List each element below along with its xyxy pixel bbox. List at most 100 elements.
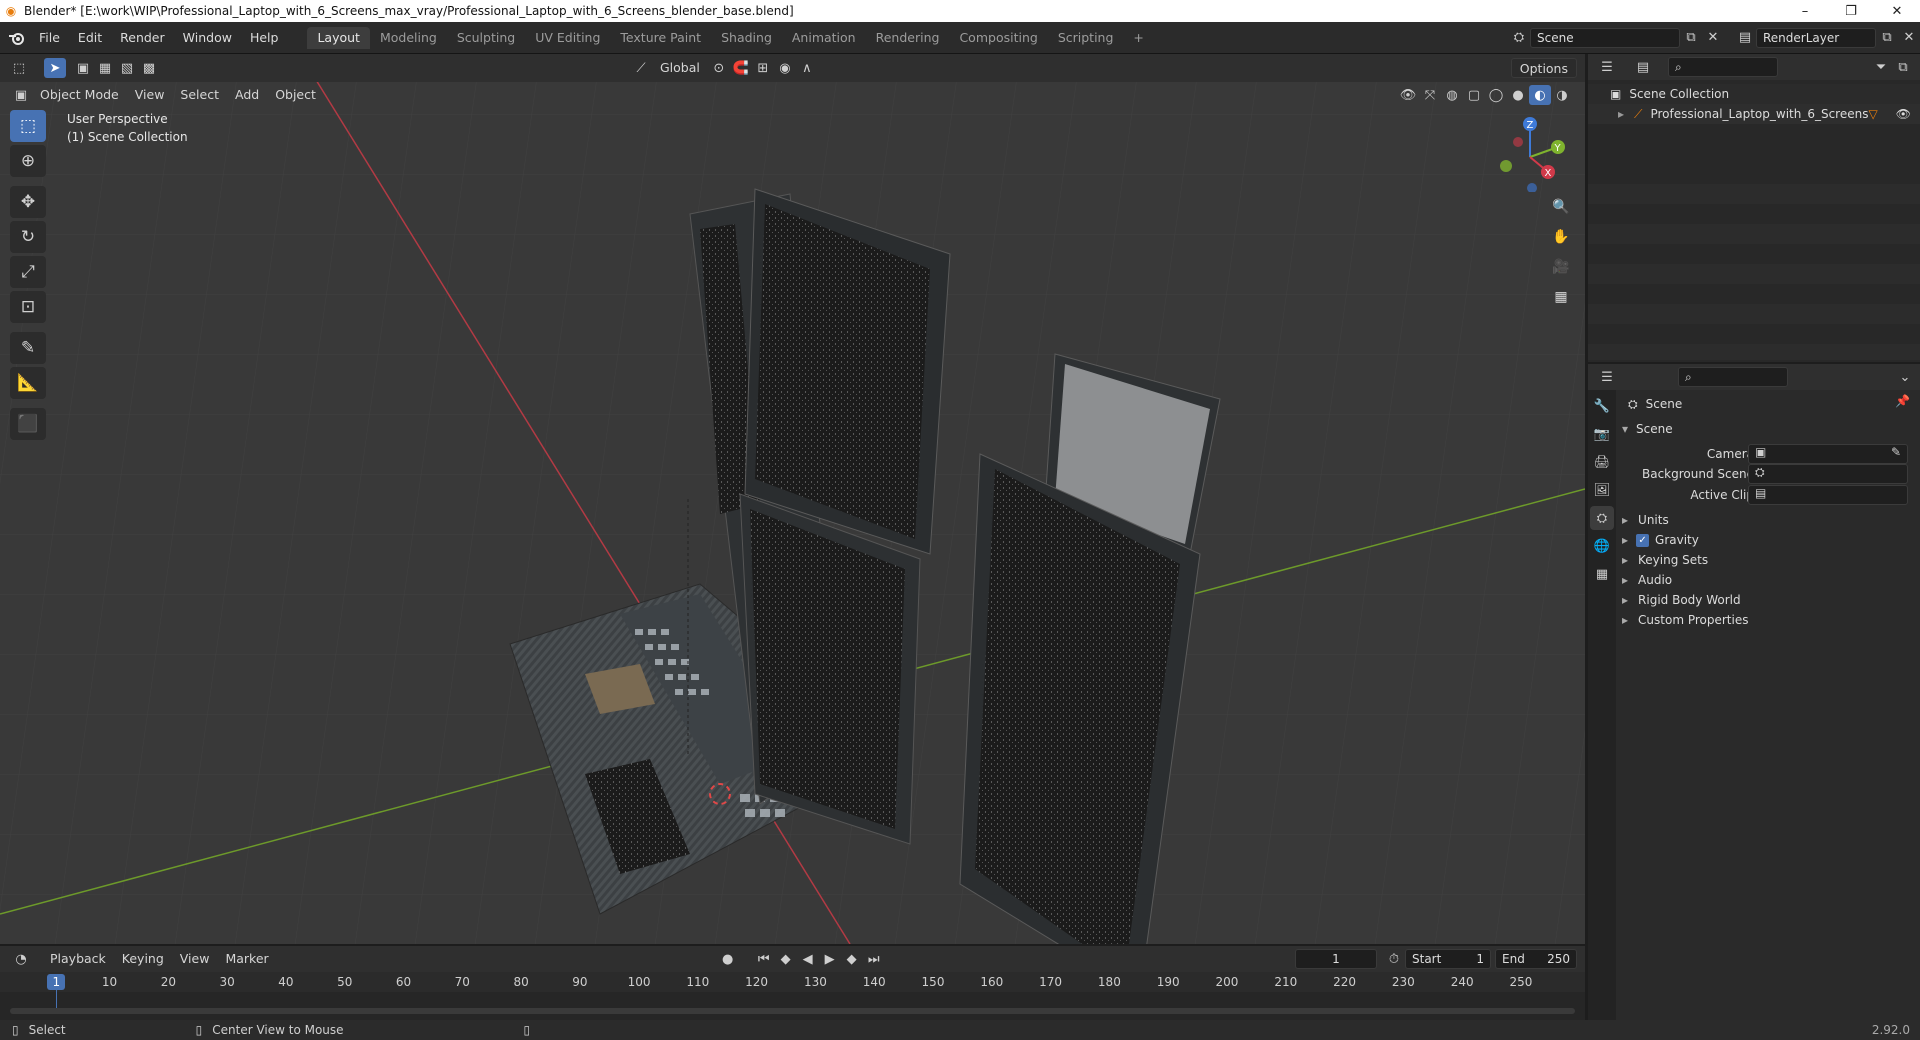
tab-animation[interactable]: Animation — [782, 27, 866, 49]
jump-start-icon[interactable]: ⏮ — [753, 949, 775, 969]
viewport-menu-select[interactable]: Select — [172, 85, 227, 105]
menu-window[interactable]: Window — [174, 27, 241, 49]
timeline-menu-keying[interactable]: Keying — [114, 949, 172, 969]
preview-range-icon[interactable]: ⏱ — [1383, 949, 1405, 969]
expand-arrow-icon[interactable]: ▸ — [1618, 107, 1624, 121]
outliner-search-input[interactable]: ⌕ — [1668, 57, 1778, 77]
end-frame-field[interactable]: End 250 — [1495, 949, 1577, 969]
move-tool-icon[interactable]: ✥ — [10, 186, 46, 218]
timeline-scrollbar[interactable] — [10, 1008, 1575, 1014]
tab-rendering[interactable]: Rendering — [866, 27, 950, 49]
material-shading-icon[interactable]: ◐ — [1529, 85, 1551, 105]
scene-name-field[interactable]: Scene — [1530, 27, 1680, 48]
view-layer-icon[interactable]: ▤ — [1734, 28, 1756, 48]
expand-arrow-icon[interactable]: ▸ — [1622, 573, 1628, 587]
new-layer-icon[interactable]: ⧉ — [1876, 28, 1898, 48]
timeline-menu-view[interactable]: View — [172, 949, 218, 969]
new-scene-icon[interactable]: ⧉ — [1680, 28, 1702, 48]
gizmo-toggle-icon[interactable]: ⤧ — [1419, 85, 1441, 105]
background-scene-field[interactable]: ⛭ — [1748, 464, 1908, 484]
outliner-editor-type-icon[interactable]: ☰ — [1596, 57, 1618, 77]
custom-properties-panel[interactable]: ▸ Custom Properties — [1622, 610, 1748, 630]
pan-view-icon[interactable]: ✋ — [1548, 224, 1574, 250]
tab-sculpting[interactable]: Sculpting — [447, 27, 525, 49]
tab-layout[interactable]: Layout — [307, 26, 370, 49]
properties-options-icon[interactable]: ⌄ — [1894, 367, 1916, 387]
timeline-area[interactable]: 1 10 20 30 40 50 60 70 80 90 100 110 120 130 140 150 160… — [0, 972, 1585, 1020]
filter-icon[interactable]: ⏷ — [1870, 57, 1892, 77]
snap-icon[interactable]: 🧲 — [730, 58, 752, 78]
current-frame-field[interactable]: 1 — [1295, 949, 1377, 969]
expand-arrow-icon[interactable]: ▸ — [1622, 593, 1628, 607]
minimize-button[interactable]: – — [1782, 0, 1828, 22]
wireframe-shading-icon[interactable]: ◯ — [1485, 85, 1507, 105]
scene-selector-icon[interactable]: ⛭ — [1508, 28, 1530, 48]
falloff-icon[interactable]: ∧ — [796, 58, 818, 78]
audio-panel[interactable]: ▸ Audio — [1622, 570, 1672, 590]
object-mode-dropdown[interactable]: Object Mode — [32, 85, 127, 105]
prev-keyframe-icon[interactable]: ◆ — [775, 949, 797, 969]
renderlayer-name-field[interactable]: RenderLayer — [1756, 27, 1876, 48]
timeline-menu-playback[interactable]: Playback — [42, 949, 114, 969]
close-button[interactable]: ✕ — [1874, 0, 1920, 22]
maximize-button[interactable]: ❐ — [1828, 0, 1874, 22]
transform-tool-icon[interactable]: ⊡ — [10, 291, 46, 323]
scene-tab-icon[interactable]: ⛭ — [1590, 506, 1614, 530]
view-layer-tab-icon[interactable]: 🖼 — [1590, 478, 1614, 502]
play-icon[interactable]: ▶ — [819, 949, 841, 969]
scene-panel-header[interactable]: ▾ Scene — [1622, 419, 1673, 439]
auto-keying-icon[interactable]: ● — [717, 949, 739, 969]
camera-view-icon[interactable]: 🎥 — [1548, 254, 1574, 280]
zoom-view-icon[interactable]: 🔍 — [1548, 194, 1574, 220]
tab-compositing[interactable]: Compositing — [949, 27, 1047, 49]
texture-tab-icon[interactable]: ▦ — [1590, 562, 1614, 586]
output-tab-icon[interactable]: 🖨 — [1590, 450, 1614, 474]
add-cube-tool-icon[interactable]: ⬛ — [10, 408, 46, 440]
keying-sets-panel[interactable]: ▸ Keying Sets — [1622, 550, 1708, 570]
panel-collapse-arrow-icon[interactable]: ▾ — [1622, 422, 1628, 436]
viewport-menu-object[interactable]: Object — [267, 85, 324, 105]
pivot-point-icon[interactable]: ⊙ — [708, 58, 730, 78]
properties-search-input[interactable]: ⌕ — [1678, 367, 1788, 387]
remove-layer-icon[interactable]: ✕ — [1898, 28, 1920, 48]
select-mode-extend-icon[interactable]: ▦ — [94, 58, 116, 78]
xray-toggle-icon[interactable]: ▢ — [1463, 85, 1485, 105]
navigation-gizmo[interactable]: Z Y X — [1490, 112, 1570, 192]
pin-icon[interactable]: 📌 — [1895, 394, 1910, 408]
active-clip-field[interactable]: ▤ — [1748, 485, 1908, 505]
start-frame-field[interactable]: Start 1 — [1405, 949, 1491, 969]
rendered-shading-icon[interactable]: ◑ — [1551, 85, 1573, 105]
solid-shading-icon[interactable]: ● — [1507, 85, 1529, 105]
gravity-panel[interactable]: ▸ ✓ Gravity — [1622, 530, 1699, 550]
editor-type-icon[interactable]: ⬚ — [8, 58, 30, 78]
tab-uv-editing[interactable]: UV Editing — [525, 27, 610, 49]
select-box-tool-icon[interactable]: ⬚ — [10, 110, 46, 142]
3d-viewport[interactable]: ⬚ ➤ ▣ ▦ ▧ ▩ ⟋ Global ⊙ 🧲 ⊞ ◉ ∧ Options ▣… — [0, 54, 1585, 944]
rigid-body-world-panel[interactable]: ▸ Rigid Body World — [1622, 590, 1741, 610]
properties-editor-type-icon[interactable]: ☰ — [1596, 367, 1618, 387]
select-mode-invert-icon[interactable]: ▩ — [138, 58, 160, 78]
render-tab-icon[interactable]: 📷 — [1590, 422, 1614, 446]
cursor-tool-icon[interactable]: ⊕ — [10, 145, 46, 177]
expand-arrow-icon[interactable]: ▸ — [1622, 513, 1628, 527]
visibility-icon[interactable]: 👁 — [1397, 85, 1419, 105]
frame-ruler[interactable]: 1 10 20 30 40 50 60 70 80 90 100 110 120 130 140 150 160… — [0, 972, 1585, 992]
menu-help[interactable]: Help — [241, 27, 288, 49]
object-mode-icon[interactable]: ▣ — [10, 85, 32, 105]
orthographic-toggle-icon[interactable]: ▦ — [1548, 284, 1574, 310]
camera-field[interactable]: ▣ ✎ — [1748, 444, 1908, 464]
scale-tool-icon[interactable]: ⤢ — [10, 256, 46, 288]
transform-orientation-icon[interactable]: ⟋ — [630, 58, 652, 78]
viewport-menu-view[interactable]: View — [127, 85, 173, 105]
menu-edit[interactable]: Edit — [69, 27, 111, 49]
add-workspace-button[interactable]: + — [1123, 27, 1153, 49]
measure-tool-icon[interactable]: 📐 — [10, 367, 46, 399]
next-keyframe-icon[interactable]: ◆ — [841, 949, 863, 969]
rotate-tool-icon[interactable]: ↻ — [10, 221, 46, 253]
outliner-row-scene-collection[interactable]: ▣ Scene Collection — [1588, 84, 1920, 104]
display-mode-icon[interactable]: ▤ — [1632, 57, 1654, 77]
transform-orientation-dropdown[interactable]: Global — [652, 58, 708, 78]
select-tool-icon[interactable]: ➤ — [44, 58, 66, 78]
select-mode-new-icon[interactable]: ▣ — [72, 58, 94, 78]
hide-in-viewport-icon[interactable]: 👁 — [1896, 107, 1911, 121]
